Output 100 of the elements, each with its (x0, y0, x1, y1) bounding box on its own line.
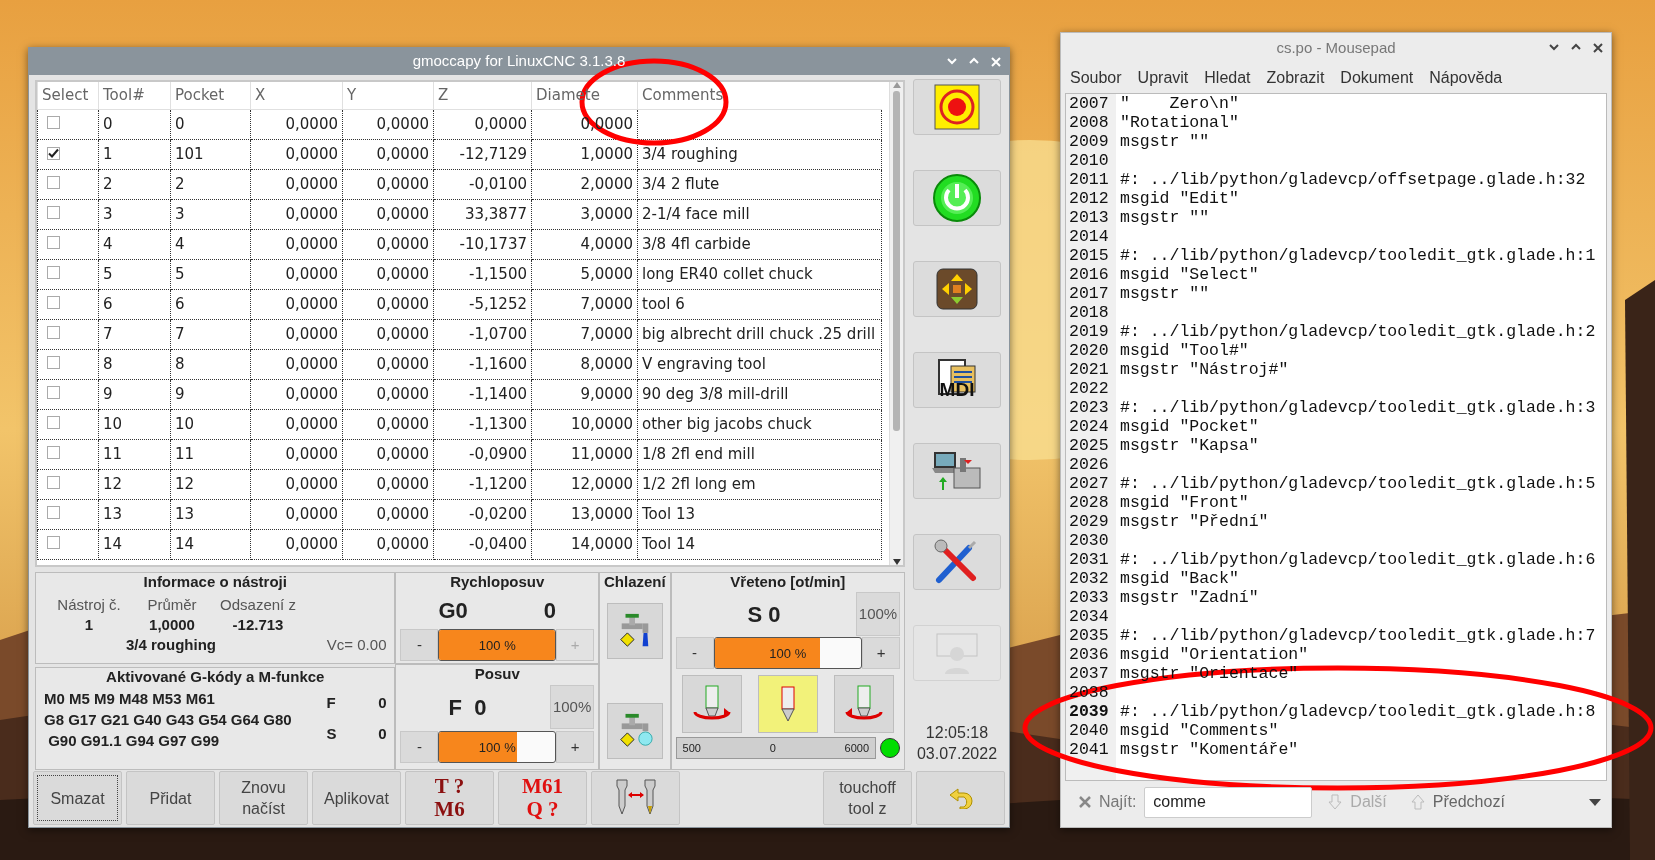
checkbox[interactable] (47, 386, 60, 400)
table-cell: 12 (175, 475, 195, 494)
jog-button[interactable] (913, 261, 1001, 318)
table-cell: 0,0000 (376, 325, 429, 344)
feed-override-button[interactable]: 100% (550, 685, 595, 730)
table-cell: 10 (103, 415, 123, 434)
decrease-button[interactable]: - (675, 637, 714, 670)
table-cell: -0,0900 (469, 445, 527, 464)
table-cell: 0,0000 (376, 445, 429, 464)
table-cell: 0,0000 (376, 355, 429, 374)
table-cell: 10 (175, 415, 195, 434)
toolbar-button[interactable]: Aplikovat (312, 771, 401, 825)
table-cell: 2-1/4 face mill (642, 205, 750, 224)
table-cell: 5,0000 (580, 265, 633, 284)
coolant-button[interactable] (606, 603, 663, 660)
column-header[interactable]: Comments (637, 82, 882, 110)
checkbox[interactable] (47, 206, 60, 220)
spindle-button[interactable] (834, 675, 894, 734)
search-field[interactable]: comme (1144, 786, 1313, 818)
checkbox[interactable] (47, 147, 60, 161)
override-slider[interactable]: 100 % (438, 731, 557, 764)
decrease-button[interactable]: - (400, 731, 439, 764)
checkbox[interactable] (47, 536, 60, 550)
column-header[interactable]: Pocket (170, 82, 251, 110)
search-button[interactable]: Předchozí (1402, 790, 1513, 814)
table-cell: big albrecht drill chuck .25 drill (642, 325, 876, 344)
spindle-override-button[interactable]: 100% (856, 592, 900, 637)
menu-item[interactable]: Nápověda (1429, 66, 1503, 90)
checkbox[interactable] (47, 476, 60, 490)
line-number: 2012 (1069, 189, 1109, 208)
table-cell: 0,0000 (285, 145, 338, 164)
column-header[interactable]: Tool# (98, 82, 171, 110)
checkbox[interactable] (47, 356, 60, 370)
table-cell: Tool 14 (642, 535, 695, 554)
maximize-icon[interactable] (1571, 43, 1581, 51)
scrollbar-thumb[interactable] (893, 91, 900, 432)
checkbox[interactable] (47, 236, 60, 250)
table-cell: -1,1600 (469, 355, 527, 374)
coolant-button[interactable] (606, 703, 663, 760)
code-line: msgstr "Nástroj#" (1120, 360, 1289, 379)
menu-item[interactable]: Upravit (1137, 66, 1189, 90)
back-arrow-icon (947, 787, 974, 810)
table-cell: 7 (103, 325, 113, 344)
table-cell: 11 (175, 445, 195, 464)
menu-item[interactable]: Dokument (1340, 66, 1414, 90)
spindle-button[interactable] (681, 675, 742, 734)
table-cell: Tool 13 (642, 505, 695, 524)
toolbar-button[interactable]: Přidat (126, 771, 215, 825)
checkbox[interactable] (47, 116, 60, 130)
table-cell: tool 6 (642, 295, 685, 314)
column-header[interactable]: Y (342, 82, 434, 110)
toolbar-button[interactable]: touchoff tool z (823, 771, 912, 825)
menu-item[interactable]: Hledat (1204, 66, 1251, 90)
checkbox[interactable] (47, 446, 60, 460)
table-cell: 0 (103, 115, 113, 134)
override-slider[interactable]: 100 % (438, 629, 557, 662)
toolbar-button[interactable]: Znovu načíst (219, 771, 308, 825)
table-cell: 0,0000 (285, 415, 338, 434)
toolbar-button[interactable]: T ? M6 (405, 771, 494, 825)
line-number: 2031 (1069, 550, 1109, 569)
line-number: 2039 (1069, 702, 1109, 721)
column-header[interactable]: Select (37, 82, 99, 110)
toolbar-button[interactable] (591, 771, 680, 825)
toolbar-button[interactable]: Smazat (33, 771, 122, 825)
close-icon[interactable] (1593, 43, 1603, 53)
checkbox[interactable] (47, 326, 60, 340)
table-cell: -12,7129 (459, 145, 527, 164)
table-cell: 90 deg 3/8 mill-drill (642, 385, 789, 404)
table-cell: 0,0000 (376, 535, 429, 554)
table-cell: 7,0000 (580, 295, 633, 314)
code-line: #: ../lib/python/gladevcp/tooledit_gtk.glade.h:6 (1120, 550, 1596, 569)
menu-item[interactable]: Soubor (1070, 66, 1122, 90)
table-cell: -1,1400 (469, 385, 527, 404)
column-header[interactable]: Z (433, 82, 532, 110)
power-button[interactable] (913, 170, 1001, 227)
toolbar-button[interactable] (916, 771, 1005, 825)
menu-item[interactable]: Zobrazit (1266, 66, 1325, 90)
scroll-down-icon[interactable] (892, 559, 901, 566)
minimize-icon[interactable] (1549, 43, 1559, 51)
field-label: S (326, 724, 337, 745)
emergency-stop-button[interactable] (913, 79, 1001, 136)
line-number: 2022 (1069, 379, 1109, 398)
scroll-up-icon[interactable] (892, 82, 901, 89)
increase-button[interactable]: + (556, 731, 595, 764)
checkbox[interactable] (47, 416, 60, 430)
table-cell: -0,0100 (469, 175, 527, 194)
checkbox[interactable] (47, 296, 60, 310)
increase-button[interactable]: + (862, 637, 900, 670)
checkbox[interactable] (47, 176, 60, 190)
auto-button[interactable] (913, 443, 1001, 500)
table-cell: 0,0000 (285, 115, 338, 134)
toolbar-button[interactable]: M61 Q ? (498, 771, 587, 825)
dropdown-icon[interactable] (1589, 798, 1601, 806)
spindle-button[interactable] (757, 675, 818, 734)
override-slider[interactable]: 100 % (713, 637, 862, 670)
checkbox[interactable] (47, 266, 60, 280)
column-header[interactable]: X (250, 82, 343, 110)
checkbox[interactable] (47, 506, 60, 520)
decrease-button[interactable]: - (400, 629, 439, 662)
settings-button[interactable] (913, 534, 1001, 591)
